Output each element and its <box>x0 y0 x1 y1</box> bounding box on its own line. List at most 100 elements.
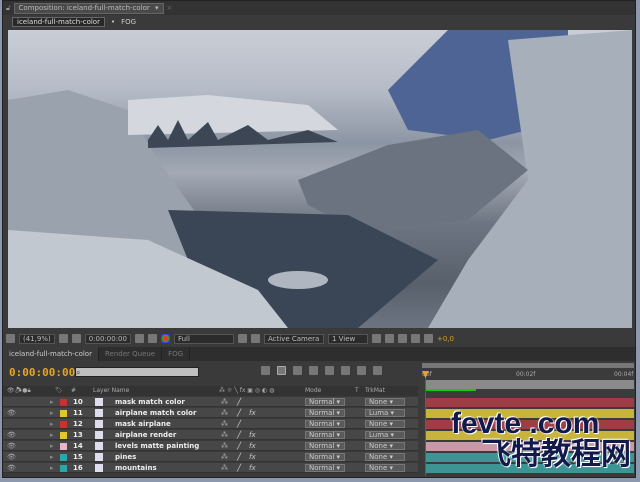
trkmat-dropdown[interactable]: None ▾ <box>365 453 405 461</box>
graph-editor-icon[interactable] <box>373 366 382 375</box>
channels-icon[interactable] <box>160 334 170 343</box>
view-layout-dropdown[interactable]: 1 View <box>327 333 368 344</box>
grid-icon[interactable] <box>58 334 68 343</box>
mask-visibility-icon[interactable] <box>71 334 81 343</box>
frame-blending-icon[interactable] <box>309 366 318 375</box>
transparency-grid-icon[interactable] <box>250 334 260 343</box>
mode-dropdown[interactable]: Normal ▾ <box>305 398 345 406</box>
effects-switch-icon[interactable]: fx <box>249 441 256 451</box>
chevron-down-icon[interactable]: ▾ <box>155 4 159 12</box>
label-color-swatch[interactable] <box>60 409 67 417</box>
always-preview-icon[interactable] <box>6 334 15 343</box>
eye-icon[interactable]: 👁︎ <box>7 430 16 440</box>
effects-switch-icon[interactable]: fx <box>249 452 256 462</box>
work-area-bar[interactable] <box>422 363 634 368</box>
expand-triangle-icon[interactable]: ▸ <box>50 430 54 440</box>
fast-previews-icon[interactable] <box>384 334 394 343</box>
shy-switch-icon[interactable]: ⁂ <box>221 463 228 473</box>
eye-icon[interactable]: 👁︎ <box>7 452 16 462</box>
effects-switch-icon[interactable]: fx <box>249 430 256 440</box>
trkmat-dropdown[interactable]: None ▾ <box>365 442 405 450</box>
mode-dropdown[interactable]: Normal ▾ <box>305 409 345 417</box>
draft-3d-icon[interactable] <box>277 366 286 375</box>
mode-dropdown[interactable]: Normal ▾ <box>305 464 345 472</box>
quality-switch-icon[interactable]: ╱ <box>237 419 241 429</box>
composition-mini-flowchart-icon[interactable] <box>261 366 270 375</box>
resolution-dropdown[interactable]: Full <box>173 333 234 344</box>
shy-switch-icon[interactable]: ⁂ <box>221 419 228 429</box>
label-color-swatch[interactable] <box>60 442 67 450</box>
shy-switch-icon[interactable]: ⁂ <box>221 441 228 451</box>
effects-switch-icon[interactable]: fx <box>249 408 256 418</box>
region-of-interest-icon[interactable] <box>237 334 247 343</box>
expand-triangle-icon[interactable]: ▸ <box>50 463 54 473</box>
current-time-display[interactable]: 0:00:00:00 <box>9 366 75 379</box>
quality-switch-icon[interactable]: ╱ <box>237 430 241 440</box>
quality-switch-icon[interactable]: ╱ <box>237 441 241 451</box>
layer-row[interactable]: 👁︎ ▸ 11 airplane match color ⁂ ╱ fx Norm… <box>3 408 418 418</box>
current-time-indicator[interactable] <box>425 371 426 476</box>
trkmat-dropdown[interactable]: Luma ▾ <box>365 409 405 417</box>
expand-triangle-icon[interactable]: ▸ <box>50 452 54 462</box>
layer-row[interactable]: 👁︎ ▸ 13 airplane render ⁂ ╱ fx Normal ▾ … <box>3 430 418 440</box>
tab-iceland-full-match-color[interactable]: iceland-full-match-color <box>3 347 99 361</box>
layer-row[interactable]: 👁︎ ▸ 16 mountains ⁂ ╱ fx Normal ▾ None ▾ <box>3 463 418 473</box>
show-snapshot-icon[interactable] <box>147 334 157 343</box>
breadcrumb-comp[interactable]: iceland-full-match-color <box>12 17 105 27</box>
trkmat-dropdown[interactable]: Luma ▾ <box>365 431 405 439</box>
composition-tab[interactable]: Composition: iceland-full-match-color ▾ <box>13 2 164 14</box>
effects-switch-icon[interactable]: fx <box>249 463 256 473</box>
eye-icon[interactable]: 👁︎ <box>7 463 16 473</box>
quality-switch-icon[interactable]: ╱ <box>237 397 241 407</box>
eye-icon[interactable]: 👁︎ <box>7 441 16 451</box>
layer-row[interactable]: 👁︎ ▸ 15 pines ⁂ ╱ fx Normal ▾ None ▾ <box>3 452 418 462</box>
mode-dropdown[interactable]: Normal ▾ <box>305 453 345 461</box>
label-color-swatch[interactable] <box>60 453 67 461</box>
label-color-swatch[interactable] <box>60 464 67 472</box>
camera-dropdown[interactable]: Active Camera <box>263 333 324 344</box>
expand-triangle-icon[interactable]: ▸ <box>50 408 54 418</box>
layer-name[interactable]: airplane render <box>115 430 176 440</box>
lock-icon[interactable]: 🔓︎ <box>6 4 11 13</box>
shy-switch-icon[interactable]: ⁂ <box>221 430 228 440</box>
quality-switch-icon[interactable]: ╱ <box>237 463 241 473</box>
layer-search-input[interactable]: ⌕ <box>75 367 199 377</box>
shy-switch-icon[interactable]: ⁂ <box>221 408 228 418</box>
layer-name[interactable]: levels matte painting <box>115 441 199 451</box>
label-color-swatch[interactable] <box>60 420 67 428</box>
magnification-dropdown[interactable]: (41,9%) <box>19 333 55 344</box>
eye-icon[interactable]: 👁︎ <box>7 408 16 418</box>
layer-duration-bar[interactable] <box>426 398 634 407</box>
label-color-swatch[interactable] <box>60 431 67 439</box>
timeline-icon[interactable] <box>397 334 407 343</box>
layer-name[interactable]: airplane match color <box>115 408 196 418</box>
mode-dropdown[interactable]: Normal ▾ <box>305 431 345 439</box>
layer-row[interactable]: ▸ 12 mask airplane ⁂ ╱ Normal ▾ None ▾ <box>3 419 418 429</box>
shy-switch-icon[interactable]: ⁂ <box>221 452 228 462</box>
layer-name[interactable]: pines <box>115 452 136 462</box>
quality-switch-icon[interactable]: ╱ <box>237 452 241 462</box>
trkmat-dropdown[interactable]: None ▾ <box>365 398 405 406</box>
expand-triangle-icon[interactable]: ▸ <box>50 441 54 451</box>
pixel-aspect-icon[interactable] <box>371 334 381 343</box>
tab-render-queue[interactable]: Render Queue <box>99 347 163 361</box>
label-color-swatch[interactable] <box>60 398 67 406</box>
motion-blur-icon[interactable] <box>325 366 334 375</box>
auto-keyframe-icon[interactable] <box>357 366 366 375</box>
layer-name-header[interactable]: Layer Name <box>93 387 129 394</box>
camera-snapshot-icon[interactable] <box>134 334 144 343</box>
trkmat-dropdown[interactable]: None ▾ <box>365 464 405 472</box>
time-navigator[interactable] <box>426 380 634 389</box>
layer-name[interactable]: mask match color <box>115 397 185 407</box>
breadcrumb-fog[interactable]: FOG <box>121 18 136 26</box>
flowchart-icon[interactable] <box>410 334 420 343</box>
expand-triangle-icon[interactable]: ▸ <box>50 419 54 429</box>
quality-switch-icon[interactable]: ╱ <box>237 408 241 418</box>
mode-dropdown[interactable]: Normal ▾ <box>305 420 345 428</box>
hide-shy-layers-icon[interactable] <box>293 366 302 375</box>
trkmat-dropdown[interactable]: None ▾ <box>365 420 405 428</box>
layer-row[interactable]: ▸ 10 mask match color ⁂ ╱ Normal ▾ None … <box>3 397 418 407</box>
mode-dropdown[interactable]: Normal ▾ <box>305 442 345 450</box>
layer-row[interactable]: 👁︎ ▸ 14 levels matte painting ⁂ ╱ fx Nor… <box>3 441 418 451</box>
shy-switch-icon[interactable]: ⁂ <box>221 397 228 407</box>
